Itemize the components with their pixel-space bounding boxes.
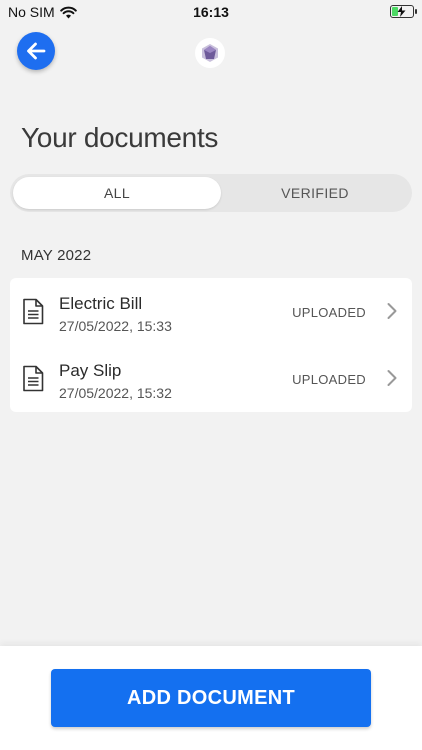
arrow-left-icon (27, 42, 46, 60)
charging-bolt-icon (397, 6, 406, 17)
app-logo (195, 38, 225, 68)
hexagon-gem-logo-icon (202, 44, 218, 62)
document-row-pay-slip[interactable]: Pay Slip 27/05/2022, 15:32 UPLOADED (10, 345, 412, 412)
document-title: Pay Slip (59, 361, 122, 380)
document-date: 27/05/2022, 15:33 (59, 318, 172, 334)
back-button[interactable] (17, 32, 55, 70)
tab-verified[interactable]: VERIFIED (221, 177, 409, 209)
chevron-right-icon (387, 370, 397, 386)
battery-icon (390, 5, 417, 18)
bottom-action-bar: ADD DOCUMENT (0, 646, 422, 750)
document-icon (23, 298, 44, 325)
page-title: Your documents (21, 122, 219, 153)
document-date: 27/05/2022, 15:32 (59, 385, 172, 401)
document-list: Electric Bill 27/05/2022, 15:33 UPLOADED… (10, 278, 412, 412)
add-document-button[interactable]: ADD DOCUMENT (51, 669, 371, 727)
document-status: UPLOADED (292, 372, 366, 387)
document-row-electric-bill[interactable]: Electric Bill 27/05/2022, 15:33 UPLOADED (10, 278, 412, 345)
document-status: UPLOADED (292, 305, 366, 320)
section-header-month: MAY 2022 (21, 247, 92, 264)
document-icon (23, 365, 44, 392)
status-bar: No SIM 16:13 (0, 0, 422, 24)
document-title: Electric Bill (59, 294, 143, 313)
status-time: 16:13 (193, 4, 229, 20)
tab-all[interactable]: ALL (13, 177, 221, 209)
documents-screen: No SIM 16:13 Your documents ALL VERIFIED… (0, 0, 422, 750)
document-filter-tabs: ALL VERIFIED (10, 174, 412, 212)
chevron-right-icon (387, 303, 397, 319)
